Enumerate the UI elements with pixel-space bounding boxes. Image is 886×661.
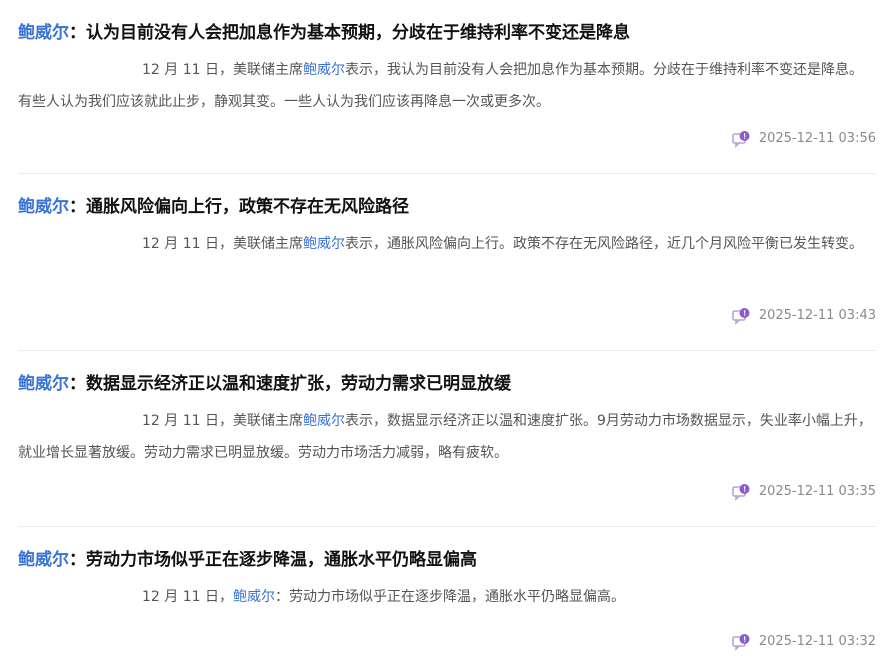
headline-text[interactable]: ：认为目前没有人会把加息作为基本预期，分歧在于维持利率不变还是降息 [69,23,630,43]
news-item: 鲍威尔：认为目前没有人会把加息作为基本预期，分歧在于维持利率不变还是降息 12 … [18,0,876,174]
comment-icon[interactable] [732,130,751,148]
body-keyword-link[interactable]: 鲍威尔 [303,413,345,429]
news-body: 12 月 11 日，美联储主席鲍威尔表示，通胀风险偏向上行。政策不存在无风险路径… [18,228,872,260]
news-timestamp: 2025-12-11 03:32 [758,634,876,649]
headline-text[interactable]: ：通胀风险偏向上行，政策不存在无风险路径 [69,197,409,217]
news-item: 鲍威尔：通胀风险偏向上行，政策不存在无风险路径 12 月 11 日，美联储主席鲍… [18,174,876,351]
news-timestamp: 2025-12-11 03:35 [758,484,876,499]
comment-icon[interactable] [732,307,751,325]
headline-person-link[interactable]: 鲍威尔 [18,550,69,570]
news-meta: 2025-12-11 03:35 [732,483,876,501]
news-body: 12 月 11 日，美联储主席鲍威尔表示，我认为目前没有人会把加息作为基本预期。… [18,54,872,118]
body-prefix: 12 月 11 日， [142,589,233,605]
news-feed: 鲍威尔：认为目前没有人会把加息作为基本预期，分歧在于维持利率不变还是降息 12 … [0,0,886,661]
body-prefix: 12 月 11 日，美联储主席 [142,236,303,252]
news-body: 12 月 11 日，鲍威尔：劳动力市场似乎正在逐步降温，通胀水平仍略显偏高。 [18,581,872,613]
body-keyword-link[interactable]: 鲍威尔 [303,62,345,78]
news-timestamp: 2025-12-11 03:56 [758,131,876,146]
headline-person-link[interactable]: 鲍威尔 [18,23,69,43]
news-headline[interactable]: 鲍威尔：劳动力市场似乎正在逐步降温，通胀水平仍略显偏高 [18,547,876,573]
headline-person-link[interactable]: 鲍威尔 [18,197,69,217]
news-body: 12 月 11 日，美联储主席鲍威尔表示，数据显示经济正以温和速度扩张。9月劳动… [18,405,872,469]
comment-icon[interactable] [732,483,751,501]
body-text: 表示，通胀风险偏向上行。政策不存在无风险路径，近几个月风险平衡已发生转变。 [344,236,863,252]
news-headline[interactable]: 鲍威尔：认为目前没有人会把加息作为基本预期，分歧在于维持利率不变还是降息 [18,20,876,46]
news-item: 鲍威尔：劳动力市场似乎正在逐步降温，通胀水平仍略显偏高 12 月 11 日，鲍威… [18,527,876,661]
news-headline[interactable]: 鲍威尔：数据显示经济正以温和速度扩张，劳动力需求已明显放缓 [18,371,876,397]
body-keyword-link[interactable]: 鲍威尔 [233,589,275,605]
headline-person-link[interactable]: 鲍威尔 [18,374,69,394]
news-item: 鲍威尔：数据显示经济正以温和速度扩张，劳动力需求已明显放缓 12 月 11 日，… [18,351,876,527]
body-prefix: 12 月 11 日，美联储主席 [142,62,303,78]
body-text: ：劳动力市场似乎正在逐步降温，通胀水平仍略显偏高。 [274,589,625,605]
headline-text[interactable]: ：数据显示经济正以温和速度扩张，劳动力需求已明显放缓 [69,374,511,394]
headline-text[interactable]: ：劳动力市场似乎正在逐步降温，通胀水平仍略显偏高 [69,550,477,570]
body-keyword-link[interactable]: 鲍威尔 [303,236,345,252]
news-meta: 2025-12-11 03:32 [732,633,876,651]
news-timestamp: 2025-12-11 03:43 [758,308,876,323]
comment-icon[interactable] [732,633,751,651]
news-meta: 2025-12-11 03:43 [732,307,876,325]
body-prefix: 12 月 11 日，美联储主席 [142,413,303,429]
news-headline[interactable]: 鲍威尔：通胀风险偏向上行，政策不存在无风险路径 [18,194,876,220]
news-meta: 2025-12-11 03:56 [732,130,876,148]
